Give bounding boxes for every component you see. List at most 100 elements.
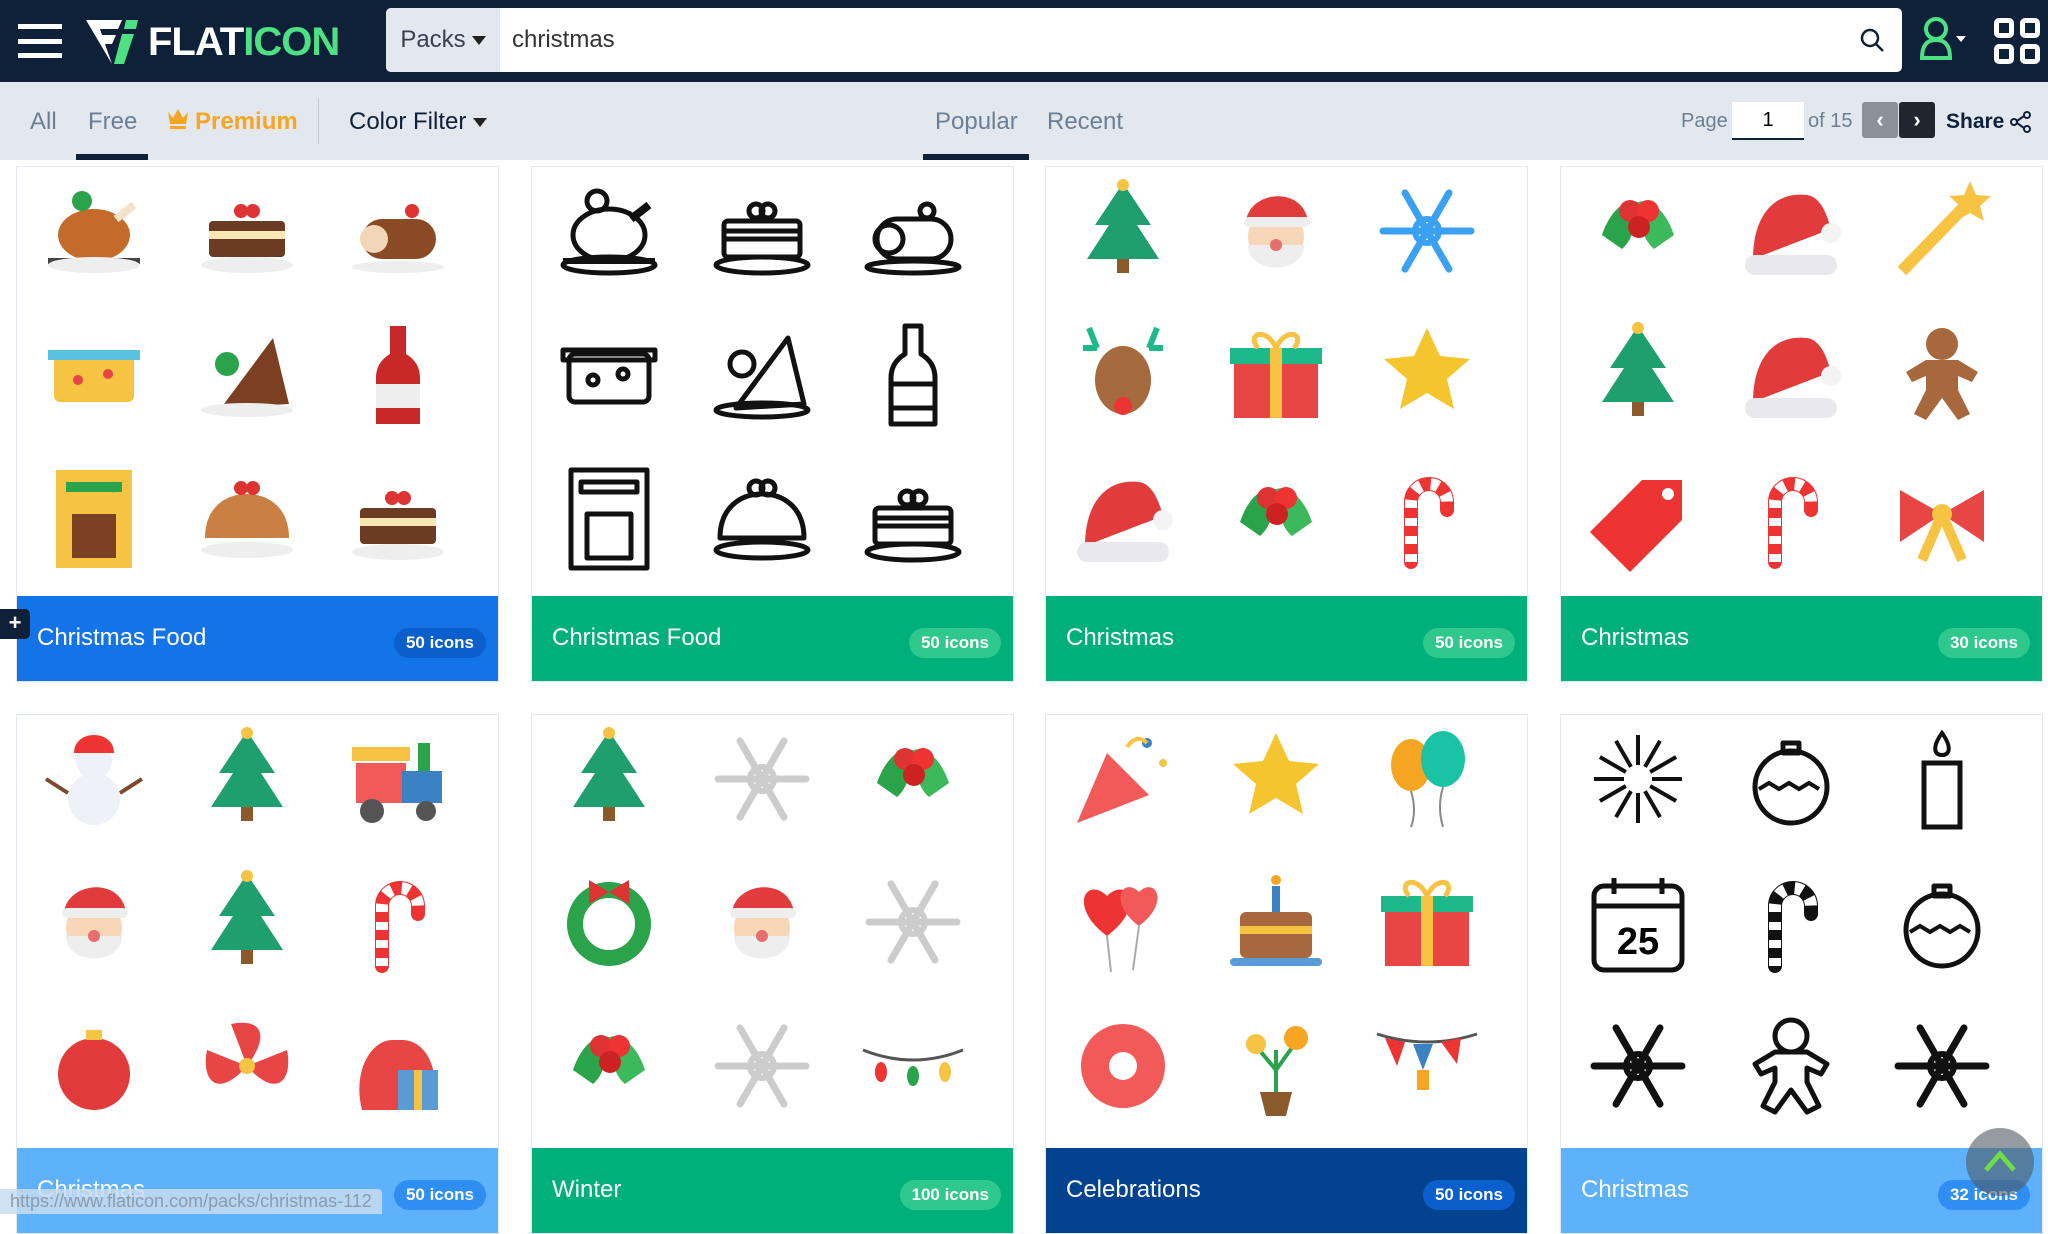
gift-icon bbox=[1230, 331, 1322, 418]
filter-free[interactable]: Free bbox=[88, 108, 137, 136]
top-header: FLAT ICON Packs bbox=[0, 0, 2048, 82]
reindeer-icon bbox=[1083, 326, 1163, 415]
candy-cane-icon bbox=[1768, 477, 1818, 569]
pack-title[interactable]: Christmas bbox=[1581, 1176, 1689, 1204]
pack-title[interactable]: Christmas bbox=[1581, 624, 1689, 652]
scroll-to-top-button[interactable] bbox=[1966, 1128, 2034, 1196]
flaticon-logo[interactable]: FLAT ICON bbox=[84, 16, 340, 68]
pack-card[interactable]: Christmas Food 50 icons bbox=[16, 166, 499, 682]
pack-card[interactable]: Christmas 30 icons bbox=[1560, 166, 2043, 682]
add-to-collection-button[interactable]: + bbox=[0, 609, 30, 639]
next-page-button[interactable]: › bbox=[1899, 102, 1935, 138]
filter-premium[interactable]: Premium bbox=[195, 108, 298, 136]
pack-card[interactable]: Christmas 50 icons bbox=[1045, 166, 1528, 682]
page-input[interactable] bbox=[1732, 102, 1804, 140]
candy-cane-icon bbox=[1404, 477, 1454, 569]
holly-icon bbox=[877, 748, 949, 797]
pack-preview-icons bbox=[1046, 167, 1527, 597]
balloons-icon bbox=[1391, 731, 1465, 828]
snowflake-icon bbox=[1590, 1024, 1686, 1108]
page-total: of 15 bbox=[1808, 110, 1853, 132]
caret-down-icon bbox=[473, 118, 488, 128]
icon-count-badge: 50 icons bbox=[908, 628, 1001, 658]
pack-preview-icons bbox=[1046, 715, 1527, 1145]
bunting-icon bbox=[1376, 1032, 1478, 1090]
active-sort-indicator bbox=[923, 154, 1029, 160]
icon-count-badge: 50 icons bbox=[1422, 628, 1515, 658]
pancakes-icon bbox=[864, 488, 962, 563]
prev-page-button[interactable]: ‹ bbox=[1862, 102, 1898, 138]
snowflake-icon bbox=[1379, 189, 1475, 273]
chevron-left-icon: ‹ bbox=[1876, 107, 1884, 132]
chocolate-icon bbox=[713, 335, 811, 420]
pack-preview-icons bbox=[17, 167, 498, 597]
pack-card[interactable]: Winter 100 icons bbox=[531, 714, 1014, 1234]
sort-recent[interactable]: Recent bbox=[1047, 108, 1123, 136]
color-filter-dropdown[interactable]: Color Filter bbox=[349, 108, 488, 136]
christmas-tree-icon bbox=[211, 727, 283, 821]
user-account-icon[interactable] bbox=[1918, 16, 1970, 62]
pack-title[interactable]: Celebrations bbox=[1066, 1176, 1201, 1204]
chevron-up-icon bbox=[1984, 1150, 2016, 1172]
search-icon[interactable] bbox=[1842, 8, 1902, 72]
gingerbread-icon bbox=[1906, 328, 1978, 420]
filter-toolbar: All Free Premium Color Filter Popular Re… bbox=[0, 82, 2048, 160]
firework-icon bbox=[1594, 735, 1682, 823]
snowflake-icon bbox=[1894, 1024, 1990, 1108]
pack-preview-icons bbox=[532, 167, 1013, 597]
filter-all[interactable]: All bbox=[30, 108, 57, 136]
turkey-icon bbox=[560, 188, 658, 276]
pack-preview-icons bbox=[532, 715, 1013, 1145]
yule-cake-icon bbox=[201, 204, 293, 273]
candy-cane-icon bbox=[375, 881, 425, 973]
logo-text-icon: ICON bbox=[243, 19, 340, 64]
santa-hat-icon bbox=[1745, 194, 1841, 275]
bauble-icon bbox=[1752, 740, 1830, 826]
pack-footer: Christmas 50 icons bbox=[1046, 596, 1527, 681]
share-button[interactable]: Share bbox=[1946, 110, 2032, 134]
sort-popular[interactable]: Popular bbox=[935, 108, 1018, 136]
candy-cane-icon bbox=[1768, 881, 1818, 973]
search-type-dropdown[interactable]: Packs bbox=[386, 8, 500, 72]
birthday-cake-icon bbox=[1230, 875, 1322, 966]
pack-card[interactable]: Christmas50 icons bbox=[16, 714, 499, 1234]
icon-count-badge: 50 icons bbox=[393, 628, 486, 658]
icon-count-badge: 50 icons bbox=[393, 1180, 486, 1210]
christmas-tree-icon bbox=[573, 727, 645, 821]
share-label: Share bbox=[1946, 110, 2005, 133]
pack-title[interactable]: Christmas Food bbox=[37, 624, 206, 652]
search-bar: Packs bbox=[386, 8, 1902, 72]
share-icon bbox=[2010, 111, 2032, 133]
pack-footer: Christmas Food 50 icons bbox=[532, 596, 1013, 681]
pack-card[interactable]: Celebrations 50 icons bbox=[1045, 714, 1528, 1234]
pack-title[interactable]: Winter bbox=[552, 1176, 621, 1204]
santa-hat-icon bbox=[1077, 481, 1173, 562]
color-filter-label: Color Filter bbox=[349, 108, 467, 135]
holly-icon bbox=[573, 1035, 645, 1084]
string-lights-icon bbox=[862, 1048, 964, 1086]
svg-text:25: 25 bbox=[1617, 921, 1659, 963]
flaticon-logo-icon bbox=[86, 20, 138, 64]
pack-title[interactable]: Christmas bbox=[1066, 624, 1174, 652]
santa-icon bbox=[1244, 196, 1310, 268]
hamburger-menu-icon[interactable] bbox=[18, 24, 62, 58]
pack-title[interactable]: Christmas Food bbox=[552, 624, 721, 652]
divider bbox=[318, 98, 319, 144]
search-input[interactable] bbox=[500, 8, 1842, 72]
heart-balloons-icon bbox=[1083, 887, 1158, 973]
pack-preview-icons bbox=[17, 715, 498, 1145]
pack-footer: Christmas Food 50 icons bbox=[17, 596, 498, 681]
caret-down-icon bbox=[471, 35, 486, 45]
icon-count-badge: 100 icons bbox=[899, 1180, 1001, 1210]
bauble-icon bbox=[58, 1030, 130, 1110]
candle-icon bbox=[1921, 729, 1963, 830]
christmas-tree-icon bbox=[1602, 322, 1674, 416]
shooting-star-icon bbox=[1897, 181, 1991, 276]
icon-count-badge: 50 icons bbox=[1422, 1180, 1515, 1210]
apps-grid-icon[interactable] bbox=[1994, 18, 2040, 64]
pack-card[interactable]: Christmas Food 50 icons bbox=[531, 166, 1014, 682]
pie-icon bbox=[713, 478, 811, 561]
flowers-icon bbox=[1246, 1026, 1308, 1116]
pot-icon bbox=[560, 347, 658, 405]
santa-icon bbox=[62, 887, 128, 959]
